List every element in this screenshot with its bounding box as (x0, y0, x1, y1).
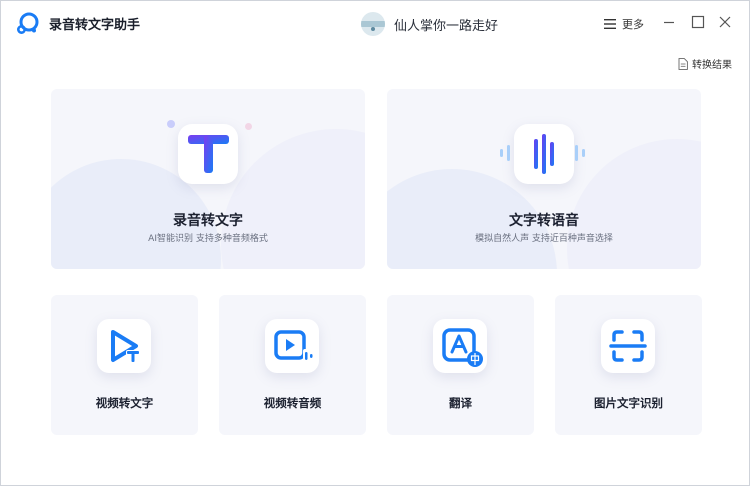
feature-card-title: 视频转文字 (95, 396, 154, 410)
user-profile[interactable]: 仙人掌你一路走好 (361, 11, 498, 37)
feature-card-subtitle: 模拟自然人声 支持近百种声音选择 (475, 234, 613, 244)
feature-card-title: 图片文字识别 (594, 396, 663, 410)
conversion-result-label: 转换结果 (692, 60, 732, 71)
text-t-icon (178, 124, 238, 184)
feature-card-image-ocr[interactable]: 图片文字识别 (555, 295, 702, 435)
feature-card-title: 翻译 (449, 396, 472, 410)
more-menu-button[interactable]: 更多 (604, 16, 644, 32)
app-window: 录音转文字助手 仙人掌你一路走好 更多 转换结果 录音转文字 AI智能识别 支持… (0, 0, 750, 486)
image-ocr-icon (601, 319, 655, 373)
feature-card-subtitle: AI智能识别 支持多种音频格式 (148, 234, 268, 244)
avatar[interactable] (361, 12, 385, 36)
user-name: 仙人掌你一路走好 (394, 18, 499, 34)
feature-card-translate[interactable]: 翻译 (387, 295, 534, 435)
menu-icon (604, 19, 616, 29)
title-bar: 录音转文字助手 仙人掌你一路走好 更多 (1, 1, 749, 45)
feature-card-video-to-audio[interactable]: 视频转音频 (219, 295, 366, 435)
wave-left-bars (500, 145, 510, 161)
sound-wave-icon (514, 124, 574, 184)
video-text-icon (97, 319, 151, 373)
close-button[interactable] (717, 14, 733, 30)
feature-card-audio-to-text[interactable]: 录音转文字 AI智能识别 支持多种音频格式 (51, 89, 365, 269)
feature-card-title: 文字转语音 (509, 213, 579, 229)
wave-right-bars (575, 145, 585, 161)
feature-card-text-to-speech[interactable]: 文字转语音 模拟自然人声 支持近百种声音选择 (387, 89, 701, 269)
maximize-button[interactable] (690, 14, 706, 30)
document-icon (678, 57, 688, 70)
feature-card-title: 录音转文字 (173, 213, 243, 229)
app-logo-icon (16, 12, 39, 35)
feature-card-video-to-text[interactable]: 视频转文字 (51, 295, 198, 435)
feature-card-title: 视频转音频 (263, 396, 322, 410)
more-label: 更多 (622, 18, 644, 31)
translate-icon (433, 319, 487, 373)
app-title: 录音转文字助手 (49, 18, 141, 33)
video-audio-icon (265, 319, 319, 373)
minimize-button[interactable] (661, 14, 677, 30)
conversion-result-link[interactable]: 转换结果 (678, 56, 732, 71)
